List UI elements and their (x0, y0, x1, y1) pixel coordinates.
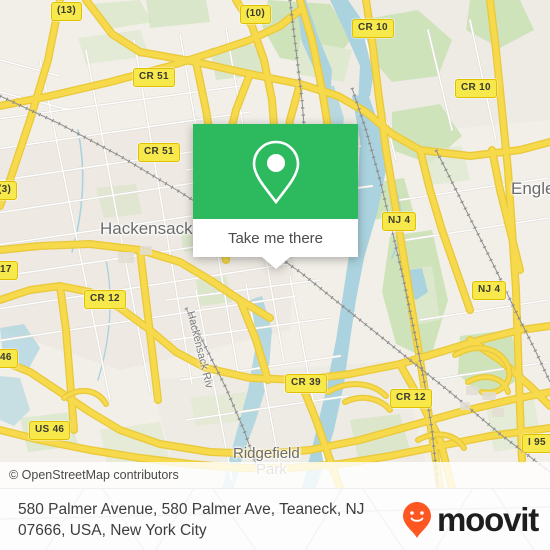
place-label-englewood: Engle (511, 179, 550, 198)
road-shield-cr10-b[interactable]: CR 10 (455, 79, 497, 98)
road-shield-17[interactable]: 17 (0, 261, 18, 280)
map-attribution-bar: © OpenStreetMap contributors (0, 462, 550, 488)
road-shield-nj4-b[interactable]: NJ 4 (472, 281, 507, 300)
road-shield-46[interactable]: 46 (0, 349, 18, 368)
road-shield-cr10-a[interactable]: CR 10 (352, 19, 394, 38)
road-shield-10-a[interactable]: (10) (240, 5, 271, 24)
road-shield-us46[interactable]: US 46 (29, 421, 71, 440)
road-shield-nj4-a[interactable]: NJ 4 (382, 212, 417, 231)
road-shield-cr51-a[interactable]: CR 51 (133, 68, 175, 87)
take-me-there-label: Take me there (227, 229, 324, 247)
road-shield-cr12-a[interactable]: CR 12 (84, 290, 126, 309)
popup-pointer (261, 257, 290, 269)
moovit-logo[interactable]: moovit (402, 501, 539, 539)
road-shield-cr39[interactable]: CR 39 (285, 374, 327, 393)
place-label-ridgefield: Ridgefield (233, 445, 300, 462)
road-shield-i95[interactable]: I 95 (522, 434, 550, 453)
popup-header (193, 124, 358, 219)
road-shield-13[interactable]: (13) (51, 2, 82, 21)
osm-attribution-text[interactable]: © OpenStreetMap contributors (0, 468, 179, 482)
location-popup-card[interactable]: Take me there (193, 124, 358, 269)
road-shield-3[interactable]: (3) (0, 181, 18, 200)
address-text: 580 Palmer Avenue, 580 Palmer Ave, Teane… (18, 500, 365, 539)
moovit-wordmark: moovit (437, 501, 539, 538)
road-shield-cr51-b[interactable]: CR 51 (138, 143, 180, 162)
map-pin-icon (252, 140, 299, 204)
road-shield-cr12-b[interactable]: CR 12 (390, 389, 432, 408)
place-label-hackensack: Hackensack (100, 219, 193, 238)
popup-action-bar[interactable]: Take me there (193, 219, 358, 257)
moovit-map-share-card: .water { fill:#aad3df; } .wline { stroke… (0, 0, 550, 550)
footer-bar: 580 Palmer Avenue, 580 Palmer Ave, Teane… (0, 488, 550, 550)
moovit-pin-icon (403, 501, 432, 538)
map-canvas[interactable]: .water { fill:#aad3df; } .wline { stroke… (0, 0, 550, 488)
